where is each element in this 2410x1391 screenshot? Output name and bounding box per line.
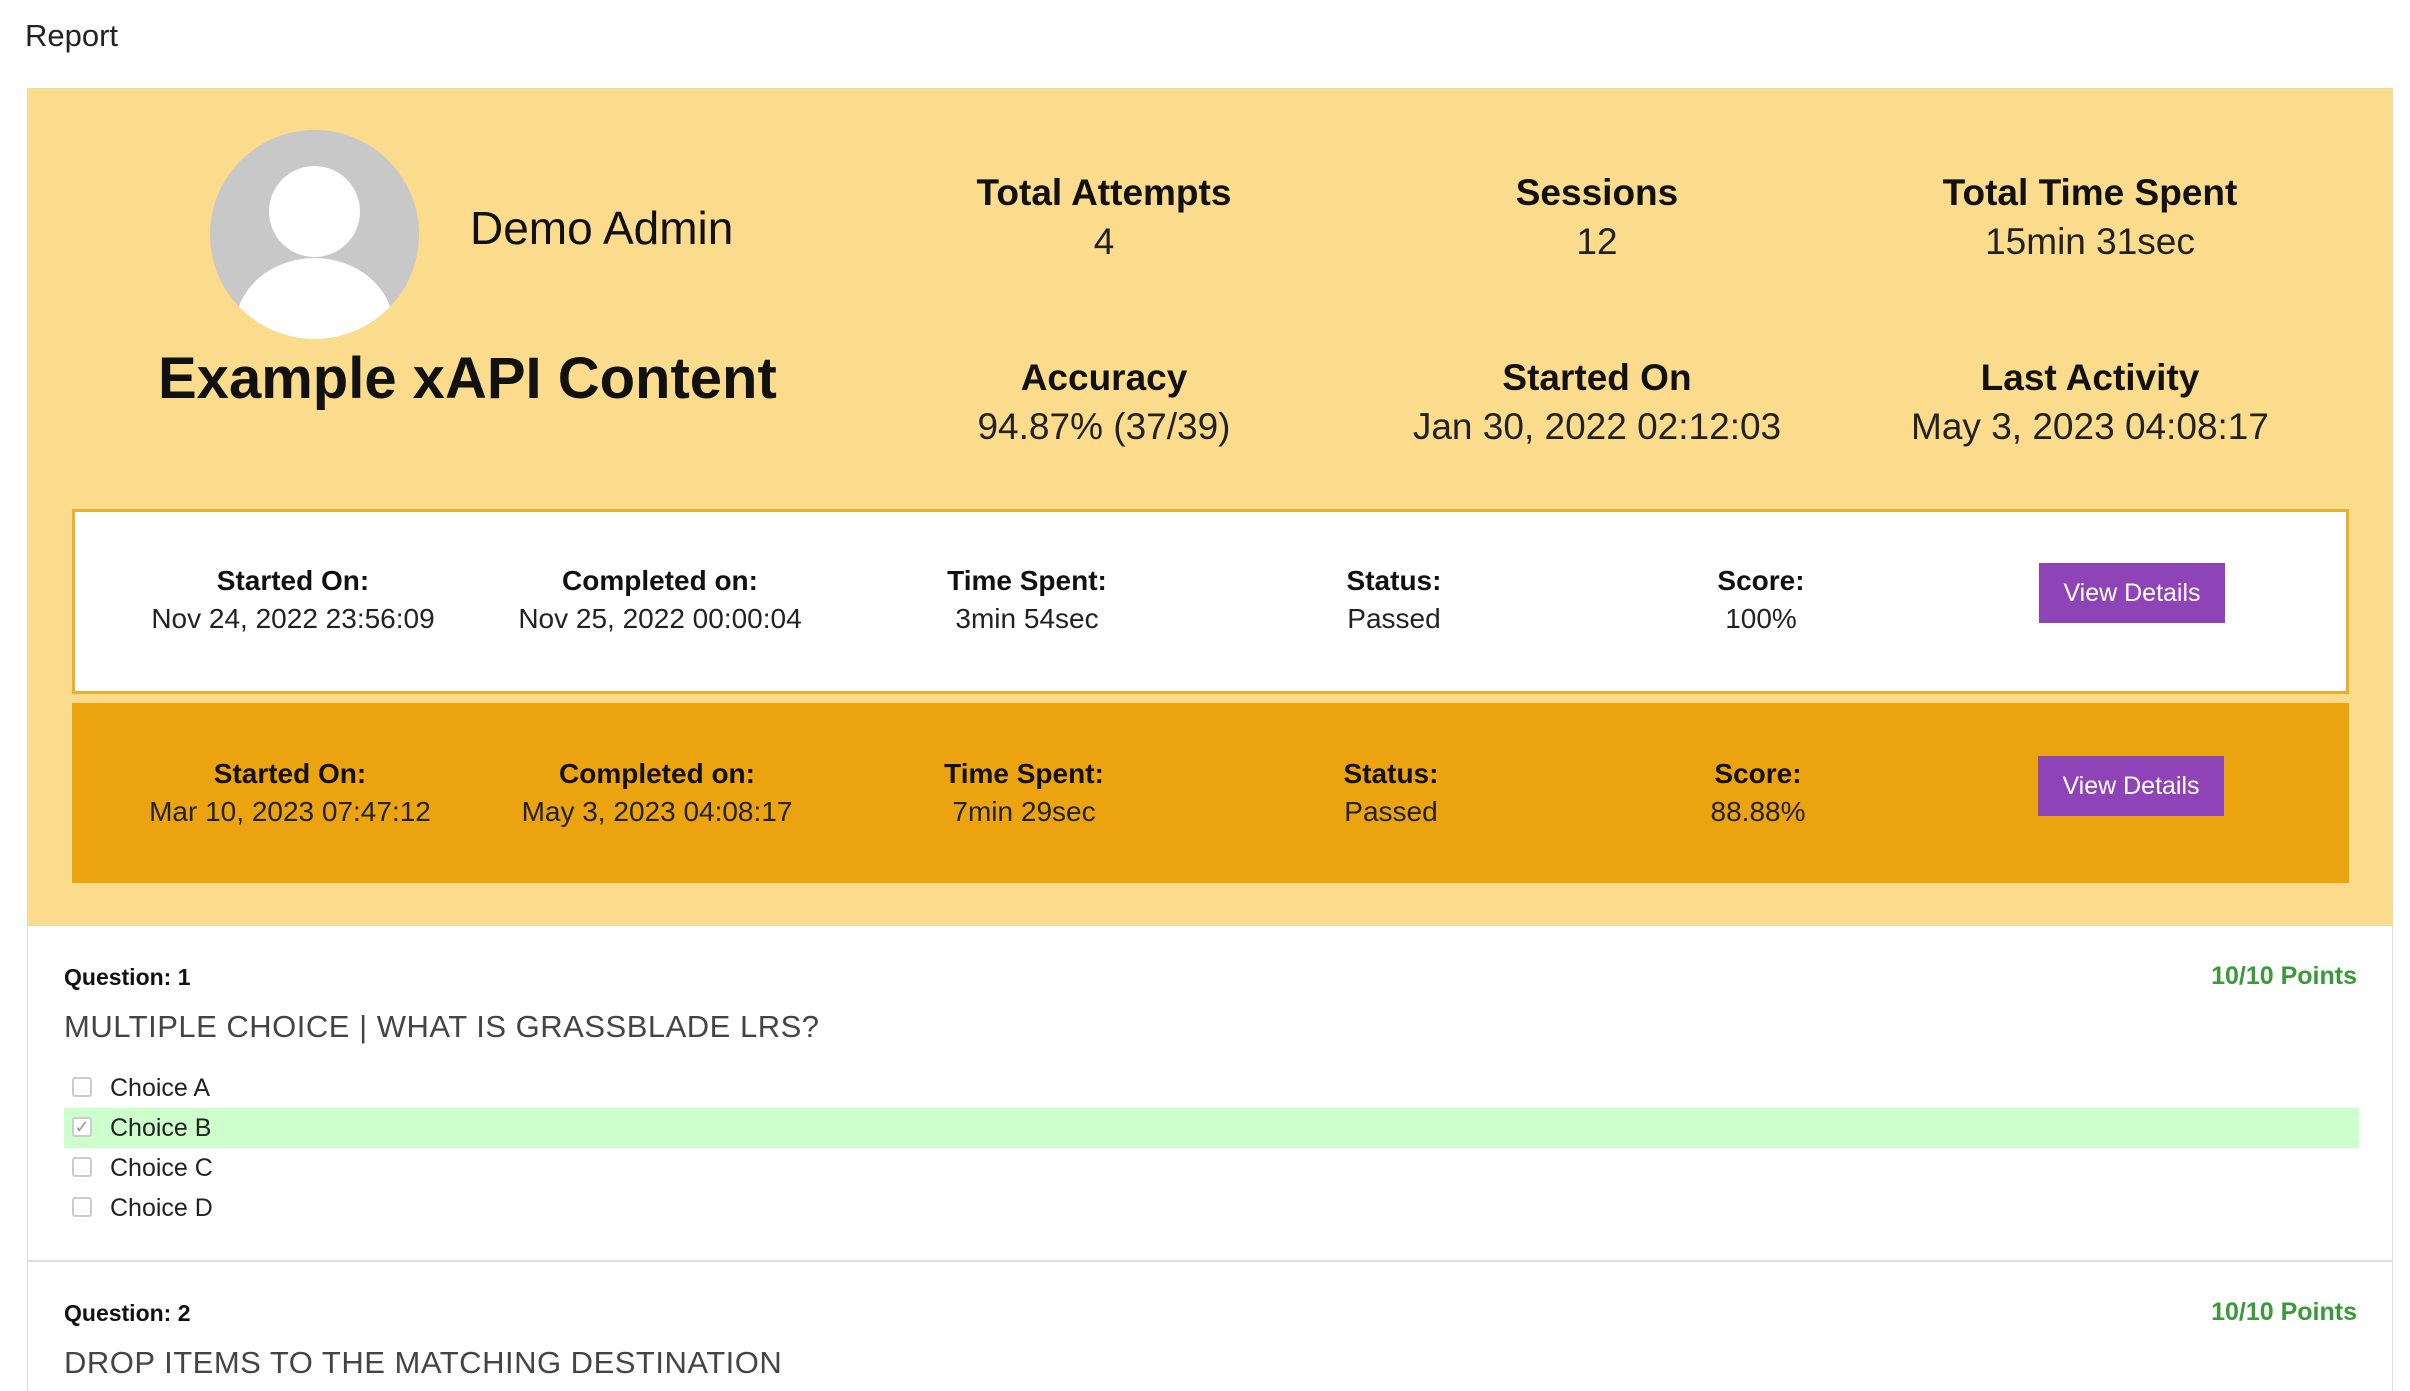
attempt-label: Status: [1346,565,1442,596]
view-details-button[interactable]: View Details [2038,756,2224,816]
attempt-label: Started On: [213,758,367,789]
attempt-started: Started On: Mar 10, 2023 07:47:12 [110,755,470,831]
content-title: Example xAPI Content [158,346,777,411]
choice-label: Choice D [110,1194,213,1222]
attempt-label: Completed on: [562,565,758,596]
checkbox-checked: ✓ [72,1117,92,1137]
attempt-label: Time Spent: [947,565,1107,596]
attempt-value: Nov 24, 2022 23:56:09 [151,603,435,634]
question-text: DROP ITEMS TO THE MATCHING DESTINATION [64,1345,783,1380]
checkbox [72,1197,92,1217]
avatar-head [269,166,360,257]
avatar [210,130,419,339]
attempt-value: 88.88% [1710,796,1806,827]
choice-item: Choice D [64,1188,2359,1228]
question-text: MULTIPLE CHOICE | WHAT IS GRASSBLADE LRS… [64,1009,820,1044]
attempt-value: Passed [1347,603,1441,634]
attempt-row[interactable]: Started On: Nov 24, 2022 23:56:09 Comple… [72,509,2349,694]
attempt-label: Score: [1717,565,1805,596]
page-title: Report [25,18,119,53]
attempt-value: 3min 54sec [955,603,1099,634]
attempt-value: Mar 10, 2023 07:47:12 [149,796,431,827]
attempt-status: Status: Passed [1214,562,1574,638]
attempt-value: 7min 29sec [952,796,1096,827]
choice-item: Choice A [64,1068,2359,1108]
attempt-value: Passed [1344,796,1438,827]
attempt-label: Time Spent: [944,758,1104,789]
question-card: Question: 2 10/10 Points DROP ITEMS TO T… [27,1262,2393,1391]
report-summary-panel: Demo Admin Example xAPI Content Total At… [27,88,2393,926]
choice-item: Choice C [64,1148,2359,1188]
attempt-value: May 3, 2023 04:08:17 [521,796,793,827]
avatar-body [235,258,394,339]
attempt-time-spent: Time Spent: 7min 29sec [844,755,1204,831]
attempt-label: Completed on: [559,758,755,789]
stat-total-time-spent: Total Time Spent 15min 31sec [1790,169,2390,267]
user-name: Demo Admin [470,202,734,254]
attempt-time-spent: Time Spent: 3min 54sec [847,562,1207,638]
question-card: Question: 1 10/10 Points MULTIPLE CHOICE… [27,926,2393,1262]
choice-item-correct: ✓ Choice B [64,1108,2359,1148]
attempt-label: Started On: [216,565,370,596]
question-points: 10/10 Points [2211,962,2357,990]
checkbox [72,1077,92,1097]
attempt-started: Started On: Nov 24, 2022 23:56:09 [113,562,473,638]
attempt-label: Score: [1714,758,1802,789]
attempt-label: Status: [1343,758,1439,789]
question-number: Question: 2 [64,1300,191,1326]
stat-value: 15min 31sec [1985,221,2195,262]
attempt-score: Score: 100% [1581,562,1941,638]
stat-label: Total Time Spent [1942,172,2238,213]
attempt-value: Nov 25, 2022 00:00:04 [518,603,802,634]
choice-label: Choice C [110,1154,213,1182]
attempt-completed: Completed on: May 3, 2023 04:08:17 [477,755,837,831]
question-points: 10/10 Points [2211,1298,2357,1326]
stat-value: May 3, 2023 04:08:17 [1911,406,2269,447]
attempt-value: 100% [1725,603,1797,634]
stat-label: Last Activity [1980,357,2200,398]
attempt-completed: Completed on: Nov 25, 2022 00:00:04 [480,562,840,638]
attempt-score: Score: 88.88% [1578,755,1938,831]
choice-label: Choice A [110,1074,211,1102]
question-number: Question: 1 [64,964,191,990]
attempt-row-selected[interactable]: Started On: Mar 10, 2023 07:47:12 Comple… [72,703,2349,883]
view-details-button[interactable]: View Details [2039,563,2225,623]
stat-last-activity: Last Activity May 3, 2023 04:08:17 [1790,354,2390,452]
checkbox [72,1157,92,1177]
attempt-status: Status: Passed [1211,755,1571,831]
choice-label: Choice B [110,1114,212,1142]
